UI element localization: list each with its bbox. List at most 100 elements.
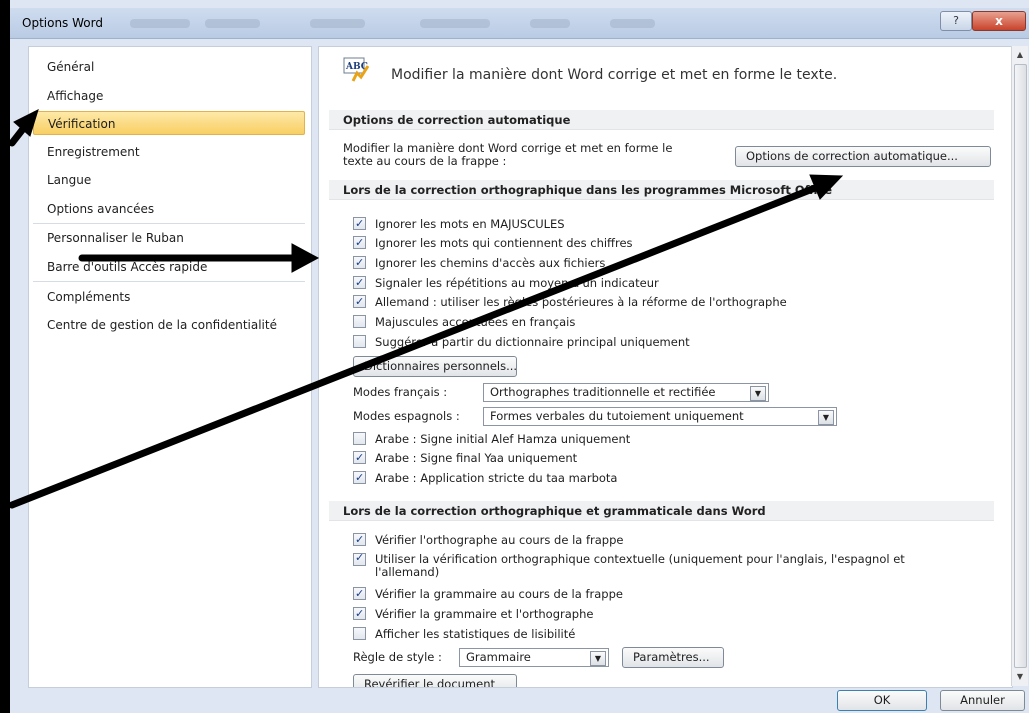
spanish-modes-select[interactable]: Formes verbales du tutoiement uniquement…	[483, 407, 837, 426]
checkbox-arabic-final-yaa[interactable]: Arabe : Signe final Yaa uniquement	[353, 449, 577, 467]
sidebar-item-proofing[interactable]: Vérification	[33, 111, 305, 135]
checkbox-ignore-uppercase[interactable]: Ignorer les mots en MAJUSCULES	[353, 215, 565, 233]
checkbox-french-accented-caps[interactable]: Majuscules accentuées en français	[353, 313, 575, 331]
checkbox-icon[interactable]	[353, 293, 366, 311]
checkbox-label: Suggérer à partir du dictionnaire princi…	[375, 335, 690, 349]
style-rule-select[interactable]: Grammaire ▼	[459, 648, 609, 667]
black-border	[0, 0, 10, 713]
dropdown-arrow-icon[interactable]: ▼	[590, 651, 606, 666]
sidebar-item-customize-ribbon[interactable]: Personnaliser le Ruban	[33, 226, 305, 250]
checkbox-check-spelling-typing[interactable]: Vérifier l'orthographe au cours de la fr…	[353, 531, 623, 549]
checkbox-label: Vérifier la grammaire au cours de la fra…	[375, 587, 623, 601]
checkbox-icon[interactable]	[353, 274, 366, 292]
panel-header-text: Modifier la manière dont Word corrige et…	[391, 67, 838, 83]
checkbox-check-grammar-spelling[interactable]: Vérifier la grammaire et l'orthographe	[353, 605, 593, 623]
checkbox-label: Arabe : Signe initial Alef Hamza uniquem…	[375, 432, 631, 446]
options-sidebar: Général Affichage Vérification Enregistr…	[28, 46, 312, 688]
autocorrect-section-heading: Options de correction automatique	[329, 110, 994, 130]
proofing-panel: ABC Modifier la manière dont Word corrig…	[318, 46, 1013, 688]
close-icon: x	[995, 14, 1003, 28]
checkbox-flag-repeats[interactable]: Signaler les répétitions au moyen d'un i…	[353, 274, 659, 292]
sidebar-item-general[interactable]: Général	[33, 55, 305, 79]
checkbox-main-dictionary-only[interactable]: Suggérer à partir du dictionnaire princi…	[353, 333, 690, 351]
spanish-modes-label: Modes espagnols :	[353, 409, 460, 423]
checkbox-icon[interactable]	[353, 531, 366, 549]
checkbox-check-grammar-typing[interactable]: Vérifier la grammaire au cours de la fra…	[353, 585, 623, 603]
checkbox-contextual-spelling[interactable]: Utiliser la vérification orthographique …	[353, 551, 905, 583]
sidebar-item-addins[interactable]: Compléments	[33, 285, 305, 309]
autocorrect-description: Modifier la manière dont Word corrige et…	[343, 142, 672, 168]
sidebar-item-advanced[interactable]: Options avancées	[33, 197, 305, 221]
cancel-button[interactable]: Annuler	[940, 690, 1025, 711]
checkbox-label: Ignorer les chemins d'accès aux fichiers	[375, 256, 606, 270]
dropdown-arrow-icon[interactable]: ▼	[750, 386, 766, 401]
scroll-thumb[interactable]	[1014, 64, 1027, 668]
sidebar-item-trust-center[interactable]: Centre de gestion de la confidentialité	[33, 313, 305, 337]
blurred-tab	[610, 19, 655, 28]
panel-scrollbar[interactable]: ▲ ▼	[1011, 46, 1028, 686]
sidebar-item-quick-access[interactable]: Barre d'outils Accès rapide	[33, 255, 305, 279]
checkbox-arabic-taa-marbota[interactable]: Arabe : Application stricte du taa marbo…	[353, 469, 617, 487]
checkbox-readability-stats[interactable]: Afficher les statistiques de lisibilité	[353, 625, 575, 643]
checkbox-label: Vérifier l'orthographe au cours de la fr…	[375, 533, 624, 547]
help-button[interactable]: ?	[940, 11, 972, 31]
blurred-tab	[205, 19, 260, 28]
sidebar-divider	[33, 281, 305, 282]
checkbox-label: Afficher les statistiques de lisibilité	[375, 627, 576, 641]
autocorrect-options-button[interactable]: Options de correction automatique...	[735, 146, 991, 167]
word-spelling-section-heading: Lors de la correction orthographique et …	[329, 501, 994, 521]
dialog-footer: OK Annuler	[10, 688, 1029, 713]
sidebar-item-language[interactable]: Langue	[33, 168, 305, 192]
checkbox-label: Vérifier la grammaire et l'orthographe	[375, 607, 594, 621]
checkbox-icon[interactable]	[353, 215, 366, 233]
checkbox-icon[interactable]	[353, 605, 366, 623]
french-modes-value: Orthographes traditionnelle et rectifiée	[490, 385, 716, 399]
checkbox-german-reform[interactable]: Allemand : utiliser les règles postérieu…	[353, 293, 787, 311]
help-icon: ?	[953, 14, 959, 27]
close-button[interactable]: x	[972, 11, 1026, 31]
title-bar: Options Word ? x	[10, 8, 1029, 39]
checkbox-label: Arabe : Application stricte du taa marbo…	[375, 471, 618, 485]
checkbox-label: Allemand : utiliser les règles postérieu…	[375, 295, 787, 309]
checkbox-icon[interactable]	[353, 335, 366, 348]
style-rule-value: Grammaire	[466, 650, 531, 664]
checkbox-icon[interactable]	[353, 551, 366, 566]
recheck-document-button[interactable]: Revérifier le document	[353, 674, 517, 687]
checkbox-arabic-alef-hamza[interactable]: Arabe : Signe initial Alef Hamza uniquem…	[353, 430, 630, 448]
grammar-settings-button[interactable]: Paramètres...	[622, 647, 724, 668]
checkbox-icon[interactable]	[353, 449, 366, 467]
custom-dictionaries-button[interactable]: Dictionnaires personnels...	[353, 356, 517, 377]
scroll-up-icon[interactable]: ▲	[1012, 48, 1028, 62]
sidebar-item-display[interactable]: Affichage	[33, 84, 305, 108]
blurred-tab	[530, 19, 570, 28]
checkbox-label: Utiliser la vérification orthographique …	[375, 552, 905, 566]
checkbox-icon[interactable]	[353, 234, 366, 252]
spanish-modes-value: Formes verbales du tutoiement uniquement	[490, 409, 744, 423]
scroll-down-icon[interactable]: ▼	[1012, 670, 1028, 684]
checkbox-icon[interactable]	[353, 469, 366, 487]
options-dialog: Options Word ? x Général Affichage Vérif…	[0, 0, 1029, 713]
checkbox-icon[interactable]	[353, 254, 366, 272]
blurred-tab	[130, 19, 190, 28]
blurred-tab	[420, 19, 490, 28]
checkbox-label: Arabe : Signe final Yaa uniquement	[375, 451, 578, 465]
french-modes-select[interactable]: Orthographes traditionnelle et rectifiée…	[483, 383, 769, 402]
window-title: Options Word	[22, 16, 103, 30]
checkbox-icon[interactable]	[353, 627, 366, 640]
sidebar-item-save[interactable]: Enregistrement	[33, 140, 305, 164]
dropdown-arrow-icon[interactable]: ▼	[818, 410, 834, 425]
style-rule-label: Règle de style :	[353, 650, 442, 664]
autocorrect-description-line2: texte au cours de la frappe :	[343, 154, 507, 168]
checkbox-label-continued: l'allemand)	[375, 565, 440, 579]
checkbox-icon[interactable]	[353, 585, 366, 603]
sidebar-divider	[33, 223, 305, 224]
checkbox-label: Ignorer les mots en MAJUSCULES	[375, 217, 565, 231]
checkbox-icon[interactable]	[353, 315, 366, 328]
office-spelling-section-heading: Lors de la correction orthographique dan…	[329, 180, 994, 200]
checkbox-ignore-paths[interactable]: Ignorer les chemins d'accès aux fichiers	[353, 254, 605, 272]
ok-button[interactable]: OK	[837, 690, 927, 711]
french-modes-label: Modes français :	[353, 385, 448, 399]
blurred-tab	[310, 19, 365, 28]
checkbox-icon[interactable]	[353, 432, 366, 445]
checkbox-ignore-numbers[interactable]: Ignorer les mots qui contiennent des chi…	[353, 234, 633, 252]
